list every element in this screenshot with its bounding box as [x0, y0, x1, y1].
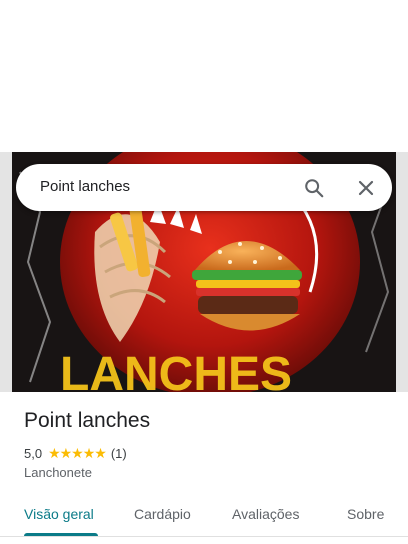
- rating-row[interactable]: 5,0 ★★★★★ (1): [24, 444, 127, 462]
- place-category[interactable]: Lanchonete: [24, 465, 92, 480]
- search-input[interactable]: Point lanches: [40, 178, 130, 195]
- tab-menu[interactable]: Cardápio: [134, 506, 191, 522]
- tab-bar: Visão geral Cardápio Avaliações Sobre: [0, 496, 408, 544]
- review-count[interactable]: (1): [111, 446, 127, 461]
- search-icon[interactable]: [303, 177, 325, 199]
- tab-about[interactable]: Sobre: [347, 506, 384, 522]
- rating-stars: ★★★★★: [48, 444, 107, 461]
- tab-divider: [0, 536, 408, 537]
- place-name: Point lanches: [24, 409, 151, 432]
- search-bar[interactable]: Point lanches: [16, 164, 392, 211]
- svg-text:LANCHES: LANCHES: [60, 348, 292, 392]
- close-icon[interactable]: [356, 178, 376, 198]
- rating-value: 5,0: [24, 445, 43, 461]
- tab-overview[interactable]: Visão geral: [24, 506, 94, 522]
- tab-reviews[interactable]: Avaliações: [232, 506, 299, 522]
